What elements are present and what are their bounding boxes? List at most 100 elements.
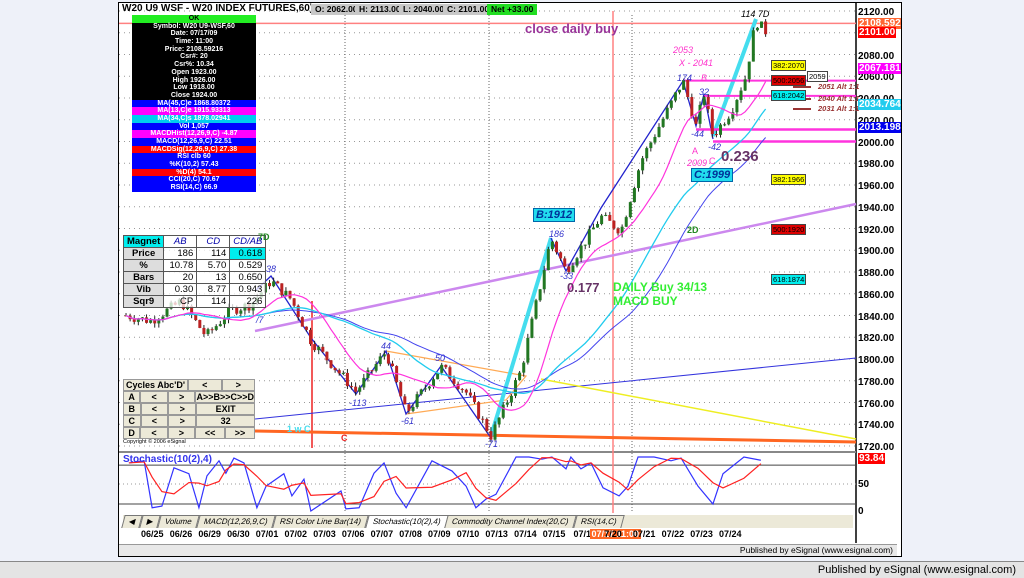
date-label: 7/20 [604,529,622,539]
cycle-D-prev[interactable]: < [140,427,168,439]
magnet-cell: 186 [163,247,198,260]
net-change: Net +33.00 [487,4,538,15]
candle-body [493,424,497,440]
tab-indicator[interactable]: MACD(12,26,9,C) [196,515,276,528]
candle-body [616,228,620,234]
data-window-row: MACD(12,26,9,C) 22.51 [132,138,256,146]
tab-indicator[interactable]: Stochastic(10(2),4) [364,515,448,528]
magnet-row-label[interactable]: Vib [122,283,165,296]
cycle-C-next[interactable]: > [168,415,197,427]
date-label: 07/1 [573,529,592,539]
data-window-row: MA(45,C)e 1868.80372 [132,99,256,108]
ratio-0-236: 0.236 [721,148,759,165]
candle-body [333,367,337,371]
price-tick: 2120.00 [858,7,895,18]
candle-body [743,79,747,91]
tab-indicator[interactable]: Volume [157,515,200,528]
candle-body [276,281,280,284]
forward-button[interactable]: >> [225,427,255,439]
label-c-red: C [341,433,348,443]
candle-body [600,215,604,225]
ratio-0-177: 0.177 [567,280,600,295]
tab-indicator[interactable]: RSI(14,C) [572,515,624,528]
candle-body [239,310,243,314]
candle-body [755,27,759,31]
candle-body [653,136,657,143]
cycles-next-button[interactable]: > [221,379,255,391]
data-window-row: %D(4) 54.1 [132,168,256,177]
date-label: 07/24 [719,529,742,539]
candle-body [378,356,382,365]
cycles-prev-button[interactable]: < [188,379,222,391]
magnet-row-label[interactable]: Sqr9 [122,295,165,308]
date-label: 07/06 [341,529,365,539]
candle-body [518,372,522,381]
cycles-sequence-button[interactable]: A>>B>>C>>D [195,391,255,403]
cycle-row-B: B [123,403,141,415]
cycle-row-A: A [123,391,141,403]
close-value: C: 2101.00 [443,4,494,15]
stoch-tick-0: 0 [858,506,864,517]
cycle-A-prev[interactable]: < [140,391,168,403]
candle-body [657,126,661,137]
candle-body [714,134,718,136]
candle-body [587,229,591,245]
label-m42: -42 [708,142,722,152]
magnet-cell: 20 [163,271,198,284]
candle-body [641,158,645,171]
note-macd-buy: MACD BUY [613,294,678,308]
exit-button[interactable]: EXIT [196,403,255,415]
date-label: 07/23 [690,529,713,539]
cycle-D-next[interactable]: > [167,427,196,439]
cycle-row-D: D [123,427,141,439]
label-b-1912: B:1912 [533,208,576,222]
price-marker: 2034.76471 [858,98,901,110]
cycle-B-prev[interactable]: < [140,403,169,415]
cycle-C-prev[interactable]: < [140,415,169,427]
label-m44: -44 [691,129,705,139]
candle-body [337,370,341,374]
date-label: 07/08 [399,529,422,539]
cycle-B-next[interactable]: > [168,403,197,415]
fib-box-618-1874: 618:1874 [771,274,807,285]
trendline-yellow [540,378,857,440]
candle-body [661,118,665,127]
candle-body [624,217,628,227]
candle-body [735,100,739,113]
candle-body [452,378,456,384]
tab-indicator[interactable]: RSI Color Line Bar(14) [271,515,369,528]
candle-body [477,402,481,419]
magnet-row-label[interactable]: Price [122,247,165,260]
label-x-2041: X - 2041 [679,58,714,68]
chart-window: W20 U9 WSF - W20 INDEX FUTURES,60) 500 O… [118,2,902,557]
candle-body [280,283,284,296]
data-window-row: RSI clb 60 [132,153,256,162]
fib-box-500-2056: 500:2056 [771,75,807,86]
candle-body [440,364,444,373]
candle-body [596,224,600,228]
data-window-row: MA(34,C)s 1878.02941 [132,114,256,123]
magnet-row-label[interactable]: Bars [122,271,165,284]
price-marker: 2101.00 [858,26,897,38]
candle-body [345,372,349,387]
candle-body [210,329,214,331]
date-label: 06/30 [227,529,250,539]
candle-body [694,116,698,124]
ok-button[interactable]: OK [132,15,256,23]
rewind-button[interactable]: << [195,427,226,439]
magnet-row-label[interactable]: % [122,259,165,272]
stochastic-title: Stochastic(10(2),4) [123,454,212,465]
date-label: 07/22 [661,529,685,539]
cycle-row-C: C [123,415,141,427]
candle-body [673,92,677,101]
candle-body [579,245,583,259]
candle-body [206,329,210,335]
candle-body [370,370,374,372]
status-bar: Published by eSignal (www.esignal.com) [0,561,1024,578]
candle-body [321,346,325,352]
price-tick: 1820.00 [858,333,895,345]
cycle-A-next[interactable]: > [167,391,196,403]
candle-body [612,220,616,229]
fib-box-382-1966: 382:1966 [771,174,807,185]
tab-indicator[interactable]: Commodity Channel Index(20,C) [444,515,577,528]
